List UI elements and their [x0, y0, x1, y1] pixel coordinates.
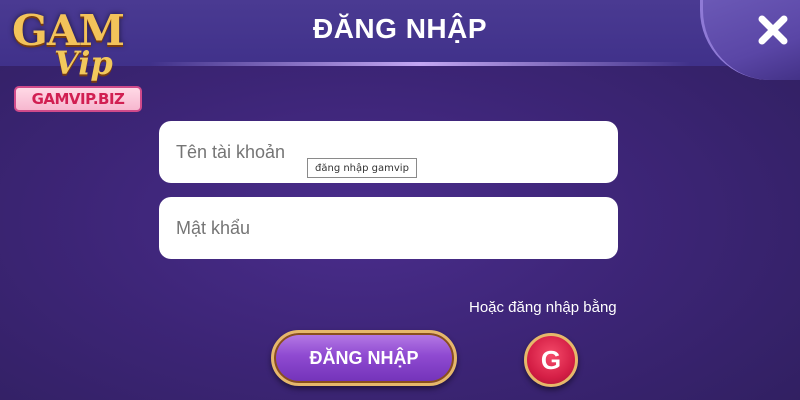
logo-word-vip: Vip: [54, 44, 113, 82]
close-icon: [758, 15, 788, 45]
google-icon: G: [540, 345, 562, 375]
login-dialog: GAM Vip GAMVIP.BIZ ĐĂNG NHẬP đăng nhập g…: [0, 0, 800, 400]
password-input[interactable]: [159, 197, 618, 259]
close-button[interactable]: [755, 12, 791, 48]
login-button[interactable]: ĐĂNG NHẬP: [271, 330, 457, 386]
logo-site-tag: GAMVIP.BIZ: [14, 86, 142, 112]
gamvip-logo: GAM Vip GAMVIP.BIZ: [6, 6, 146, 116]
header-divider: [150, 62, 690, 66]
username-tooltip: đăng nhập gamvip: [307, 158, 417, 178]
alt-login-label: Hoặc đăng nhập bằng: [469, 299, 617, 316]
google-login-button[interactable]: G: [524, 333, 578, 387]
page-title: ĐĂNG NHẬP: [312, 13, 488, 44]
